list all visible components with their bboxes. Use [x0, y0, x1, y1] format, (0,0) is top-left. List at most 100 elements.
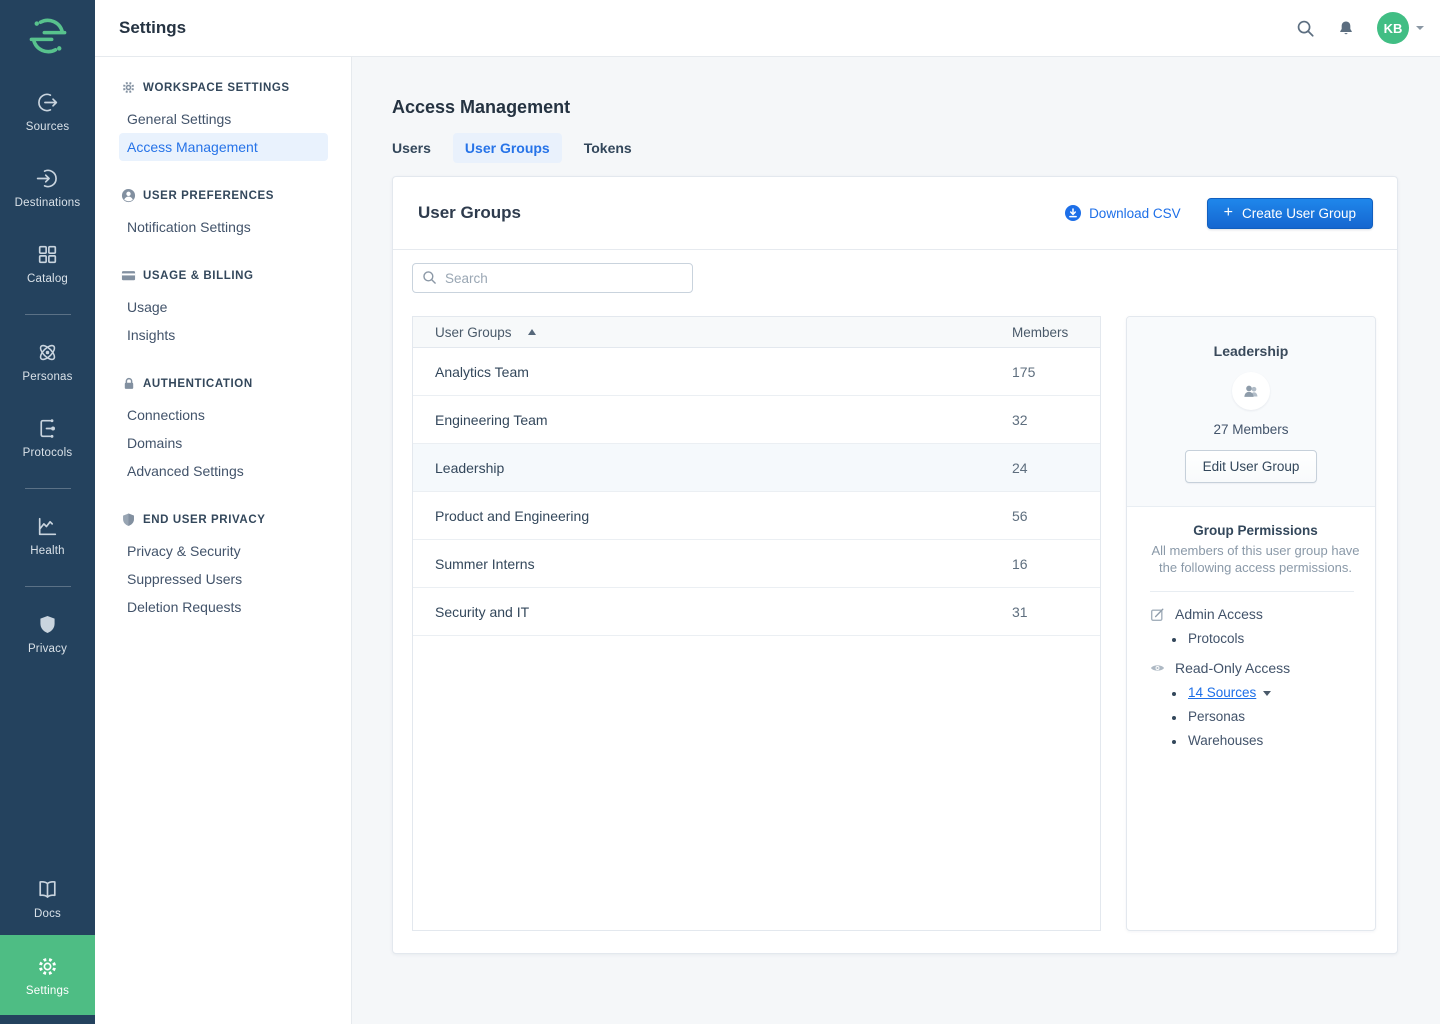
settings-nav-item-domains[interactable]: Domains [119, 429, 328, 457]
sources-expand-link[interactable]: 14 Sources [1188, 685, 1256, 700]
group-name-cell: Leadership [435, 460, 1012, 476]
card-title: User Groups [418, 203, 521, 223]
section-heading-user-preferences: USER PREFERENCES [95, 188, 351, 203]
settings-nav-item-insights[interactable]: Insights [119, 321, 328, 349]
global-nav-label: Docs [34, 908, 61, 920]
create-user-group-button[interactable]: + Create User Group [1207, 198, 1373, 229]
global-nav-item-health[interactable]: Health [0, 513, 95, 557]
global-nav-item-settings[interactable]: Settings [0, 935, 95, 1015]
section-heading-label: END USER PRIVACY [143, 514, 266, 526]
global-nav-item-destinations[interactable]: Destinations [0, 165, 95, 209]
tab-users[interactable]: Users [380, 133, 443, 163]
group-name-cell: Security and IT [435, 604, 1012, 620]
table-row-leadership[interactable]: Leadership24 [413, 444, 1100, 492]
tab-bar: Users User Groups Tokens [380, 133, 1398, 163]
settings-nav-item-deletion-requests[interactable]: Deletion Requests [119, 593, 328, 621]
table-and-detail: User Groups Members Analytics Team175Eng… [412, 316, 1378, 931]
members-cell: 31 [1012, 604, 1078, 620]
settings-nav-item-connections[interactable]: Connections [119, 401, 328, 429]
members-cell: 56 [1012, 508, 1078, 524]
read-only-item-personas: Personas [1172, 709, 1361, 724]
section-heading-usage-billing: USAGE & BILLING [95, 268, 351, 283]
read-only-access-row: Read-Only Access [1150, 660, 1361, 676]
privacy-icon [35, 611, 60, 637]
section-heading-label: USAGE & BILLING [143, 270, 254, 282]
group-permissions: Group Permissions All members of this us… [1127, 507, 1375, 748]
health-icon [35, 513, 60, 539]
download-csv-button[interactable]: Download CSV [1065, 205, 1181, 221]
sidebar-title: Settings [119, 18, 186, 38]
members-cell: 175 [1012, 364, 1078, 380]
global-nav-item-sources[interactable]: Sources [0, 89, 95, 133]
catalog-icon [35, 241, 60, 267]
edit-user-group-button[interactable]: Edit User Group [1185, 450, 1318, 483]
member-count: 27 Members [1127, 422, 1375, 437]
global-nav-label: Catalog [27, 273, 68, 285]
right-column: Settings KB WORKSPACE SETTINGS General Se… [95, 0, 1440, 1024]
tab-tokens[interactable]: Tokens [572, 133, 644, 163]
global-nav-item-personas[interactable]: Personas [0, 339, 95, 383]
settings-nav-item-access-management[interactable]: Access Management [119, 133, 328, 161]
group-detail-panel: Leadership 27 Members Edit User Group Gr… [1126, 316, 1376, 931]
column-header-user-groups[interactable]: User Groups [435, 325, 512, 340]
avatar[interactable]: KB [1377, 12, 1409, 44]
create-user-group-label: Create User Group [1242, 206, 1356, 221]
caret-down-icon[interactable] [1263, 691, 1271, 696]
tab-user-groups[interactable]: User Groups [453, 133, 562, 163]
column-header-members[interactable]: Members [1012, 325, 1078, 340]
bell-icon[interactable] [1337, 19, 1355, 38]
section-heading-workspace-settings: WORKSPACE SETTINGS [95, 80, 351, 95]
admin-access-item-protocols: Protocols [1172, 631, 1361, 646]
members-cell: 16 [1012, 556, 1078, 572]
section-heading-label: WORKSPACE SETTINGS [143, 82, 290, 94]
global-nav-bottom: Docs Settings [0, 876, 95, 1015]
global-nav-item-catalog[interactable]: Catalog [0, 241, 95, 285]
global-nav-label: Protocols [23, 447, 73, 459]
read-only-item-14-sources[interactable]: 14 Sources [1172, 685, 1361, 700]
settings-nav-item-suppressed-users[interactable]: Suppressed Users [119, 565, 328, 593]
table-header: User Groups Members [413, 317, 1100, 348]
topbar: Settings KB [95, 0, 1440, 57]
global-nav-item-privacy[interactable]: Privacy [0, 611, 95, 655]
global-nav-item-docs[interactable]: Docs [0, 876, 95, 920]
settings-nav-item-notification-settings[interactable]: Notification Settings [119, 213, 328, 241]
topbar-actions: KB [1296, 12, 1440, 44]
card-header: User Groups Download CSV + Create User G… [393, 177, 1397, 250]
sort-asc-icon[interactable] [528, 329, 536, 335]
group-name-cell: Product and Engineering [435, 508, 1012, 524]
search-box [412, 263, 693, 293]
settings-nav-item-general-settings[interactable]: General Settings [119, 105, 328, 133]
credit-card-icon [121, 268, 136, 283]
global-nav-top: Sources Destinations Catalog Personas Protoc… [0, 57, 95, 687]
settings-nav-item-advanced-settings[interactable]: Advanced Settings [119, 457, 328, 485]
user-groups-card: User Groups Download CSV + Create User G… [392, 176, 1398, 954]
settings-section-end-user-privacy: END USER PRIVACY Privacy & SecuritySuppre… [95, 512, 351, 621]
global-nav: Sources Destinations Catalog Personas Protoc… [0, 0, 95, 1024]
section-heading-authentication: AUTHENTICATION [95, 376, 351, 391]
table-row-analytics-team[interactable]: Analytics Team175 [413, 348, 1100, 396]
divider [1150, 591, 1354, 592]
table-row-security-and-it[interactable]: Security and IT31 [413, 588, 1100, 636]
global-nav-item-protocols[interactable]: Protocols [0, 415, 95, 459]
read-only-access-label: Read-Only Access [1175, 660, 1290, 676]
page-title: Access Management [392, 97, 1398, 118]
settings-nav-item-privacy-security[interactable]: Privacy & Security [119, 537, 328, 565]
table-row-product-and-engineering[interactable]: Product and Engineering56 [413, 492, 1100, 540]
group-avatar-icon [1232, 372, 1270, 410]
settings-icon [35, 953, 60, 979]
settings-nav-item-usage[interactable]: Usage [119, 293, 328, 321]
search-input[interactable] [412, 263, 693, 293]
admin-access-list: Protocols [1150, 631, 1361, 646]
segment-logo-icon[interactable] [0, 0, 95, 57]
user-menu[interactable]: KB [1377, 12, 1424, 44]
search-icon[interactable] [1296, 19, 1315, 38]
section-heading-end-user-privacy: END USER PRIVACY [95, 512, 351, 527]
sources-icon [35, 89, 60, 115]
caret-down-icon [1416, 26, 1424, 30]
group-name-cell: Summer Interns [435, 556, 1012, 572]
download-icon [1065, 205, 1081, 221]
permissions-description: All members of this user group have the … [1150, 543, 1361, 576]
settings-section-usage-billing: USAGE & BILLING UsageInsights [95, 268, 351, 349]
table-row-summer-interns[interactable]: Summer Interns16 [413, 540, 1100, 588]
table-row-engineering-team[interactable]: Engineering Team32 [413, 396, 1100, 444]
